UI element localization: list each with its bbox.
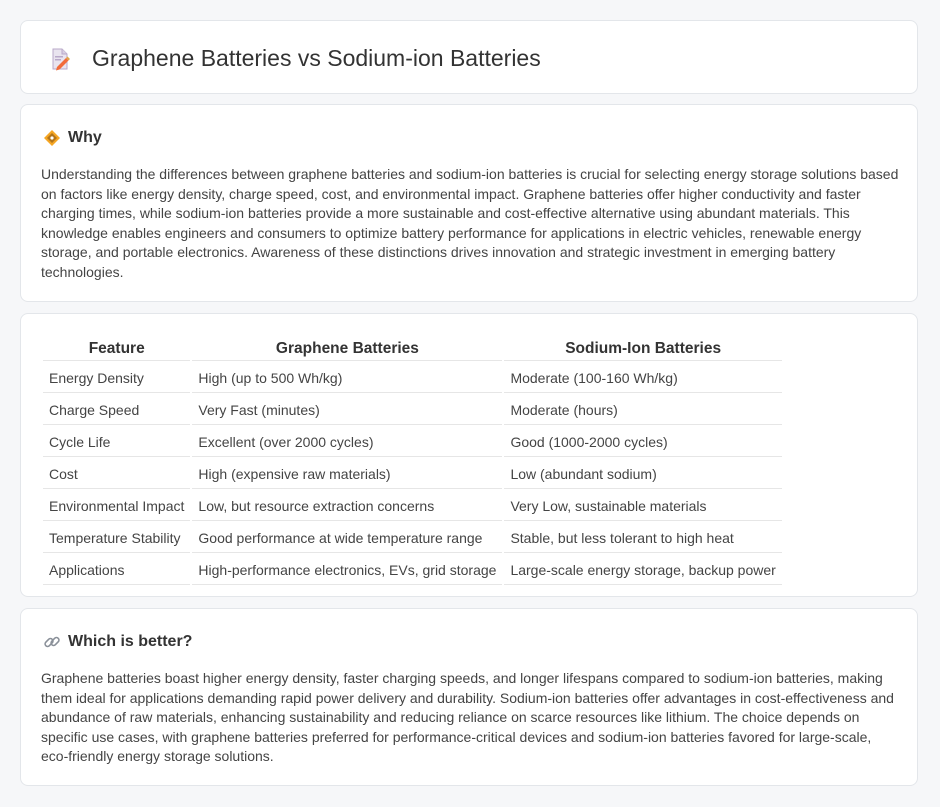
sodium-ion-cell: Moderate (100-160 Wh/kg) [504, 363, 782, 393]
which-is-better-section: Which is better? Graphene batteries boas… [20, 608, 918, 786]
graphene-cell: High (expensive raw materials) [192, 459, 503, 489]
table-row: Energy Density High (up to 500 Wh/kg) Mo… [43, 363, 782, 393]
graphene-cell: Good performance at wide temperature ran… [192, 523, 503, 553]
sodium-ion-cell: Stable, but less tolerant to high heat [504, 523, 782, 553]
sodium-ion-cell: Low (abundant sodium) [504, 459, 782, 489]
table-row: Charge Speed Very Fast (minutes) Moderat… [43, 395, 782, 425]
link-icon [44, 636, 60, 648]
feature-cell: Applications [43, 555, 191, 585]
column-header-graphene: Graphene Batteries [192, 336, 503, 361]
document-pencil-icon [52, 48, 70, 71]
title-card: Graphene Batteries vs Sodium-ion Batteri… [20, 20, 918, 94]
column-header-feature: Feature [43, 336, 191, 361]
better-heading-row: Which is better? [43, 631, 192, 653]
graphene-cell: Very Fast (minutes) [192, 395, 503, 425]
table-row: Temperature Stability Good performance a… [43, 523, 782, 553]
table-row: Cycle Life Excellent (over 2000 cycles) … [43, 427, 782, 457]
better-heading: Which is better? [68, 633, 193, 650]
table-row: Applications High-performance electronic… [43, 555, 782, 585]
table-row: Environmental Impact Low, but resource e… [43, 491, 782, 521]
sodium-ion-cell: Good (1000-2000 cycles) [504, 427, 782, 457]
graphene-cell: Low, but resource extraction concerns [192, 491, 503, 521]
feature-cell: Cycle Life [43, 427, 191, 457]
comparison-section: Feature Graphene Batteries Sodium-Ion Ba… [20, 313, 918, 597]
table-header-row: Feature Graphene Batteries Sodium-Ion Ba… [43, 336, 782, 361]
feature-cell: Temperature Stability [43, 523, 191, 553]
graphene-cell: High (up to 500 Wh/kg) [192, 363, 503, 393]
feature-cell: Environmental Impact [43, 491, 191, 521]
sodium-ion-cell: Large-scale energy storage, backup power [504, 555, 782, 585]
comparison-table: Feature Graphene Batteries Sodium-Ion Ba… [41, 334, 784, 587]
graphene-cell: High-performance electronics, EVs, grid … [192, 555, 503, 585]
why-heading: Why [68, 129, 102, 146]
why-section: Why Understanding the differences betwee… [20, 104, 918, 302]
why-heading-row: Why [43, 127, 102, 149]
better-text: Graphene batteries boast higher energy d… [41, 670, 894, 765]
why-text: Understanding the differences between gr… [41, 166, 899, 280]
sodium-ion-cell: Very Low, sustainable materials [504, 491, 782, 521]
feature-cell: Cost [43, 459, 191, 489]
feature-cell: Energy Density [43, 363, 191, 393]
feature-cell: Charge Speed [43, 395, 191, 425]
diamond-icon [44, 130, 60, 146]
column-header-sodium-ion: Sodium-Ion Batteries [504, 336, 782, 361]
page-title: Graphene Batteries vs Sodium-ion Batteri… [92, 45, 541, 71]
sodium-ion-cell: Moderate (hours) [504, 395, 782, 425]
graphene-cell: Excellent (over 2000 cycles) [192, 427, 503, 457]
table-row: Cost High (expensive raw materials) Low … [43, 459, 782, 489]
